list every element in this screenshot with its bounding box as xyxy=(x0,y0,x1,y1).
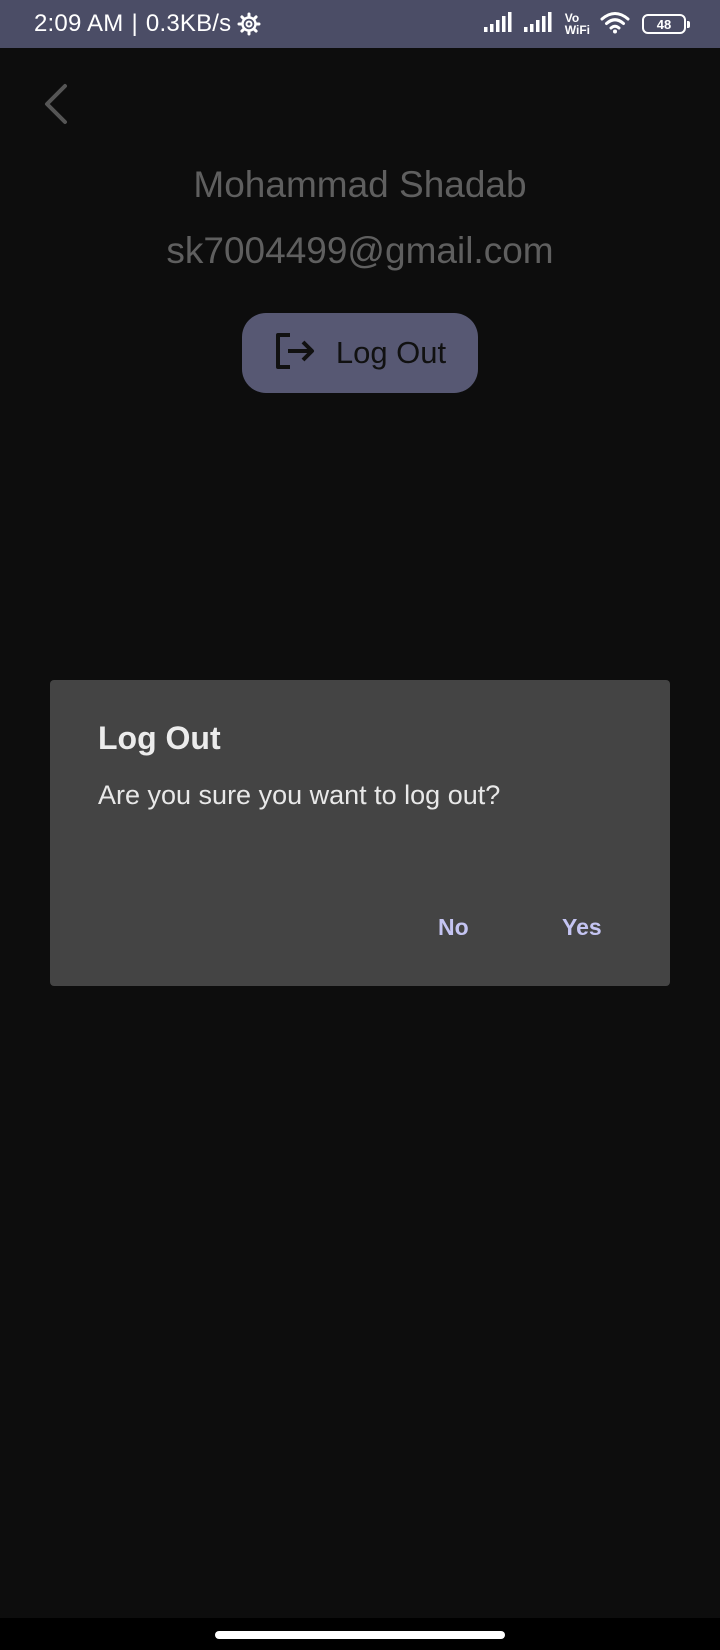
signal-icon xyxy=(523,11,555,38)
status-bar: 2:09 AM | 0.3KB/s Vo WiFi 48 xyxy=(0,0,720,48)
user-email: sk7004499@gmail.com xyxy=(166,230,554,271)
vowifi-icon: Vo WiFi xyxy=(565,12,590,36)
status-speed: 0.3KB/s xyxy=(145,10,232,37)
back-button[interactable] xyxy=(36,80,76,128)
vowifi-wifi: WiFi xyxy=(564,23,590,37)
dialog-title: Log Out xyxy=(98,720,221,756)
logout-icon xyxy=(274,331,316,376)
battery-level: 48 xyxy=(656,16,672,32)
signal-icon xyxy=(483,11,515,38)
status-separator: | xyxy=(131,10,138,37)
status-right: Vo WiFi 48 xyxy=(483,10,690,39)
status-time: 2:09 AM xyxy=(34,10,124,37)
home-indicator[interactable] xyxy=(215,1631,505,1639)
battery-icon: 48 xyxy=(642,14,690,34)
logout-dialog: Log Out Are you sure you want to log out… xyxy=(50,680,670,986)
logout-button[interactable]: Log Out xyxy=(242,313,478,393)
gear-icon xyxy=(237,12,261,36)
dialog-message: Are you sure you want to log out? xyxy=(98,780,501,810)
chevron-left-icon xyxy=(45,84,67,124)
status-left: 2:09 AM | 0.3KB/s xyxy=(34,10,261,38)
yes-button[interactable]: Yes xyxy=(554,910,610,945)
user-name: Mohammad Shadab xyxy=(193,164,527,205)
screen: 2:09 AM | 0.3KB/s Vo WiFi 48 Mohammad Sh… xyxy=(0,0,720,1650)
no-button[interactable]: No xyxy=(430,910,477,945)
wifi-icon xyxy=(600,10,630,39)
logout-label: Log Out xyxy=(335,335,447,370)
